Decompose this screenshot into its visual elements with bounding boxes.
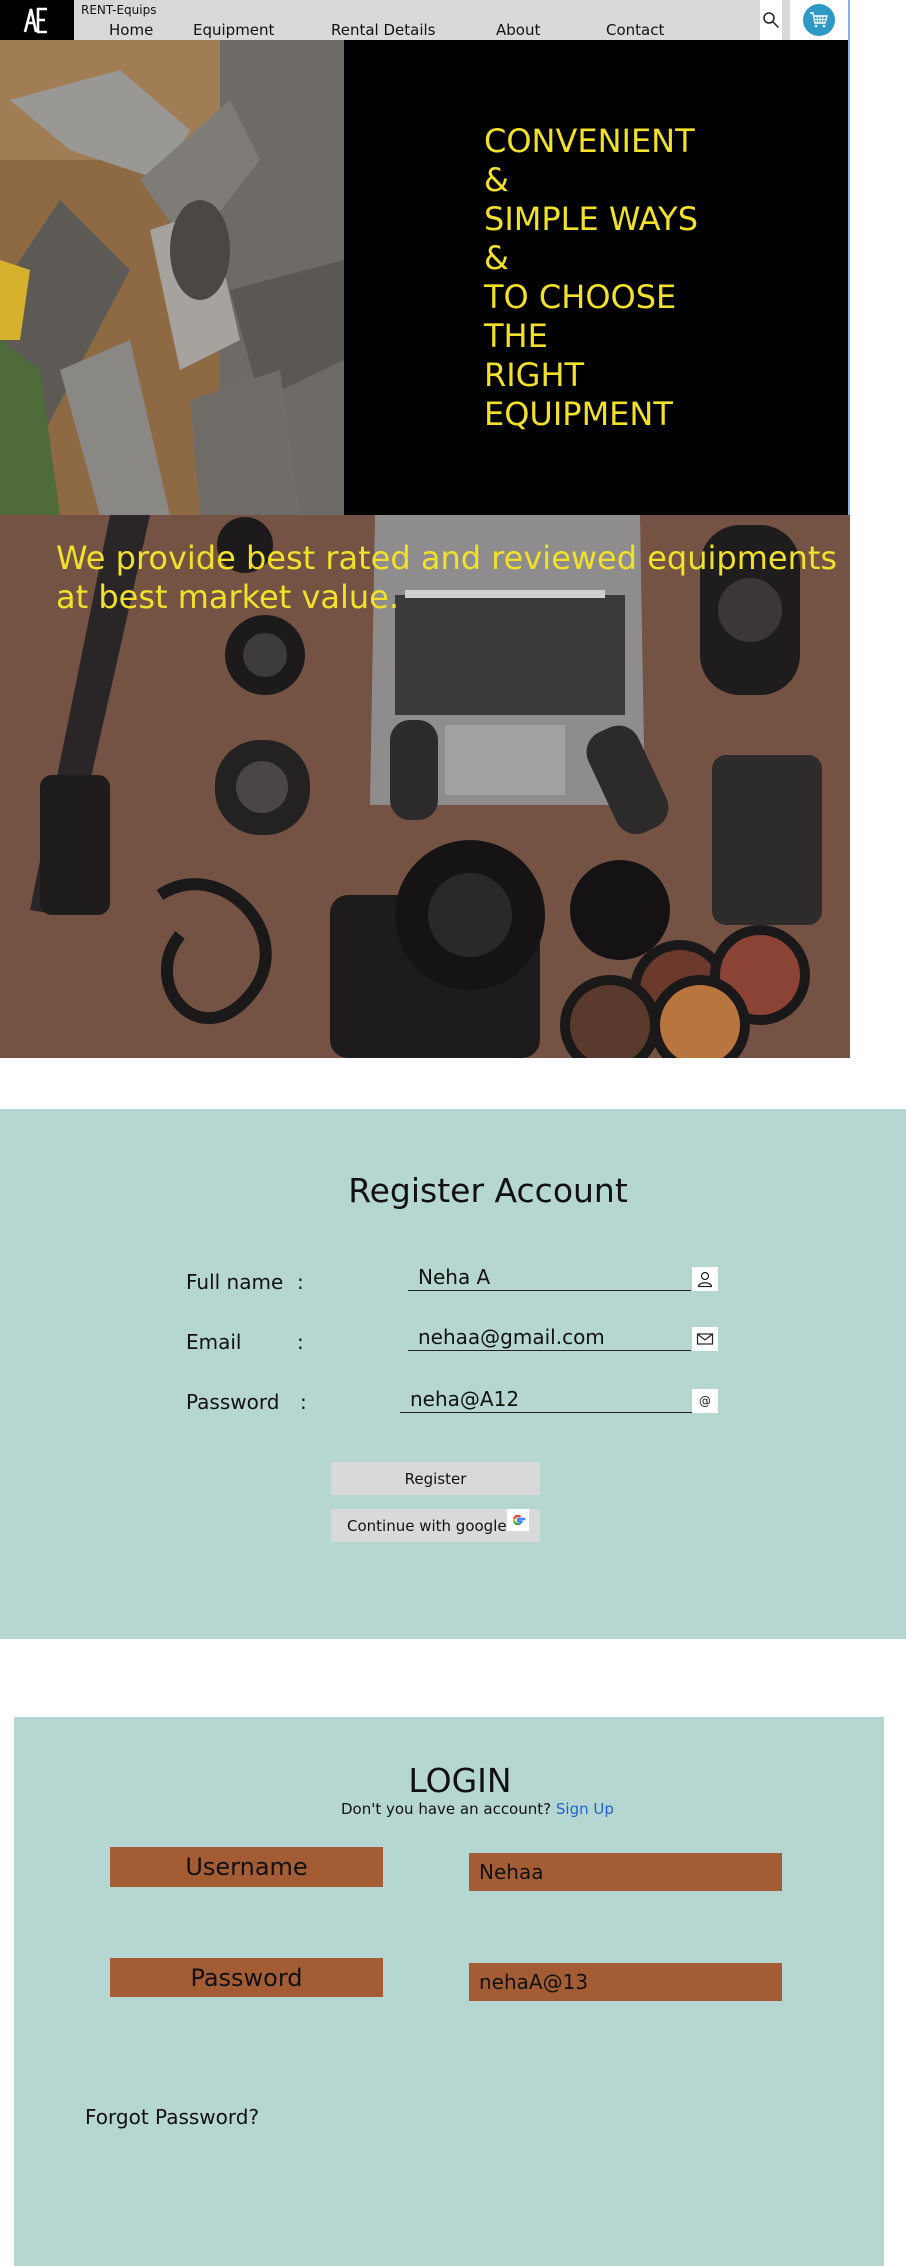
password-label: Password	[186, 1390, 280, 1414]
email-colon: :	[297, 1330, 304, 1354]
at-icon: @	[692, 1389, 718, 1413]
ae-logo-icon	[23, 7, 47, 34]
camera-gear-image: We provide best rated and reviewed equip…	[0, 515, 850, 1058]
frame-edge-line	[848, 0, 850, 515]
hero-line: CONVENIENT	[484, 122, 695, 160]
register-title: Register Account	[348, 1171, 628, 1210]
hero-line: SIMPLE WAYS	[484, 200, 699, 238]
top-nav: RENT-Equips Home Equipment Rental Detail…	[0, 0, 848, 40]
user-icon-box	[692, 1267, 718, 1291]
hero-line: RIGHT	[484, 356, 585, 394]
username-label: Username	[110, 1847, 383, 1887]
logo[interactable]	[0, 0, 74, 40]
hero-line: THE	[484, 317, 548, 355]
hero-headline: CONVENIENT & SIMPLE WAYS & TO CHOOSE THE…	[484, 122, 724, 434]
nav-link-about[interactable]: About	[496, 21, 540, 39]
forgot-password-link[interactable]: Forgot Password?	[85, 2105, 259, 2129]
hero-tagline: We provide best rated and reviewed equip…	[56, 539, 838, 616]
mail-icon	[696, 1333, 714, 1345]
hero-line: &	[484, 161, 509, 199]
google-icon-box[interactable]	[507, 1509, 529, 1531]
hero-line: EQUIPMENT	[484, 395, 673, 433]
pliers-tools-picture	[0, 40, 344, 515]
password-label: Password	[110, 1958, 383, 1997]
nav-link-rental-details[interactable]: Rental Details	[331, 21, 436, 39]
password-input[interactable]	[400, 1385, 692, 1413]
hero-line: TO CHOOSE	[484, 278, 677, 316]
search-icon	[763, 12, 780, 29]
full-name-colon: :	[297, 1270, 304, 1294]
login-section: LOGIN Don't you have an account? Sign Up…	[14, 1717, 884, 2266]
cart-icon	[810, 12, 828, 28]
password-input[interactable]	[469, 1963, 782, 2001]
tools-image	[0, 40, 344, 515]
signup-prompt: Don't you have an account? Sign Up	[341, 1800, 614, 1818]
signup-prompt-text: Don't you have an account?	[341, 1800, 552, 1818]
full-name-input[interactable]	[408, 1263, 691, 1291]
hero-line: &	[484, 239, 509, 277]
nav-link-contact[interactable]: Contact	[606, 21, 664, 39]
mail-icon-box	[692, 1327, 718, 1351]
nav-link-equipment[interactable]: Equipment	[193, 21, 274, 39]
search-button[interactable]	[760, 0, 782, 40]
full-name-label: Full name	[186, 1270, 284, 1294]
username-input[interactable]	[469, 1853, 782, 1891]
signup-link[interactable]: Sign Up	[556, 1800, 614, 1818]
register-section: Register Account Full name : Email : Pas…	[0, 1109, 906, 1639]
cart-button-wrap	[790, 0, 848, 40]
user-icon	[697, 1271, 713, 1288]
nav-link-home[interactable]: Home	[109, 21, 153, 39]
google-icon	[512, 1514, 526, 1526]
login-title: LOGIN	[408, 1761, 512, 1800]
cart-button[interactable]	[803, 4, 835, 36]
password-colon: :	[300, 1390, 307, 1414]
email-label: Email	[186, 1330, 242, 1354]
email-input[interactable]	[408, 1323, 691, 1351]
brand-name: RENT-Equips	[81, 3, 157, 17]
register-button[interactable]: Register	[331, 1462, 540, 1495]
